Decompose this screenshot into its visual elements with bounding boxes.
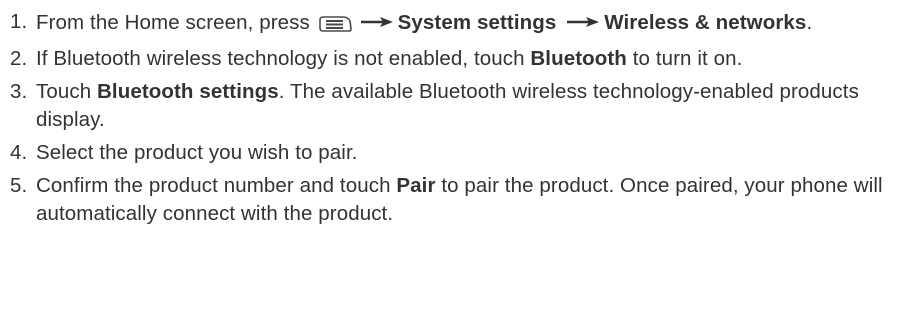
step-text-segment: Touch [36,80,97,103]
step-text: Select the product you wish to pair. [36,139,896,167]
step-text-segment: From the Home screen, press [36,11,310,34]
step-bold-segment: Wireless & networks [604,11,807,34]
step-text: If Bluetooth wireless technology is not … [36,45,896,73]
step-3: 3. Touch Bluetooth settings. The availab… [10,78,917,134]
step-number: 1. [10,10,28,33]
step-number: 5. [10,174,28,197]
arrow-right-icon [566,8,600,36]
step-1: 1. From the Home screen, press System se… [10,8,917,40]
step-4: 4. Select the product you wish to pair. [10,139,917,167]
step-number: 4. [10,141,28,164]
arrow-right-icon [360,8,394,36]
step-bold-segment: Bluetooth [530,47,627,70]
steps-list: 1. From the Home screen, press System se… [10,8,917,228]
step-5: 5. Confirm the product number and touch … [10,172,917,228]
step-number: 2. [10,47,28,70]
step-text: From the Home screen, press System setti… [36,8,896,40]
step-number: 3. [10,80,28,103]
step-text-segment: Select the product you wish to pair. [36,141,358,164]
menu-key-icon [318,12,353,40]
step-text-segment: . [806,11,813,34]
step-bold-segment: Bluetooth settings [97,80,279,103]
step-bold-segment: Pair [396,174,436,197]
step-bold-segment: System settings [397,11,557,34]
step-text: Confirm the product number and touch Pai… [36,172,896,228]
instruction-document: 1. From the Home screen, press System se… [0,0,917,334]
step-text-segment: If Bluetooth wireless technology is not … [36,47,531,70]
step-text: Touch Bluetooth settings. The available … [36,78,896,134]
step-text-segment: Confirm the product number and touch [36,174,397,197]
step-text-segment: to turn it on. [626,47,743,70]
step-2: 2. If Bluetooth wireless technology is n… [10,45,917,73]
